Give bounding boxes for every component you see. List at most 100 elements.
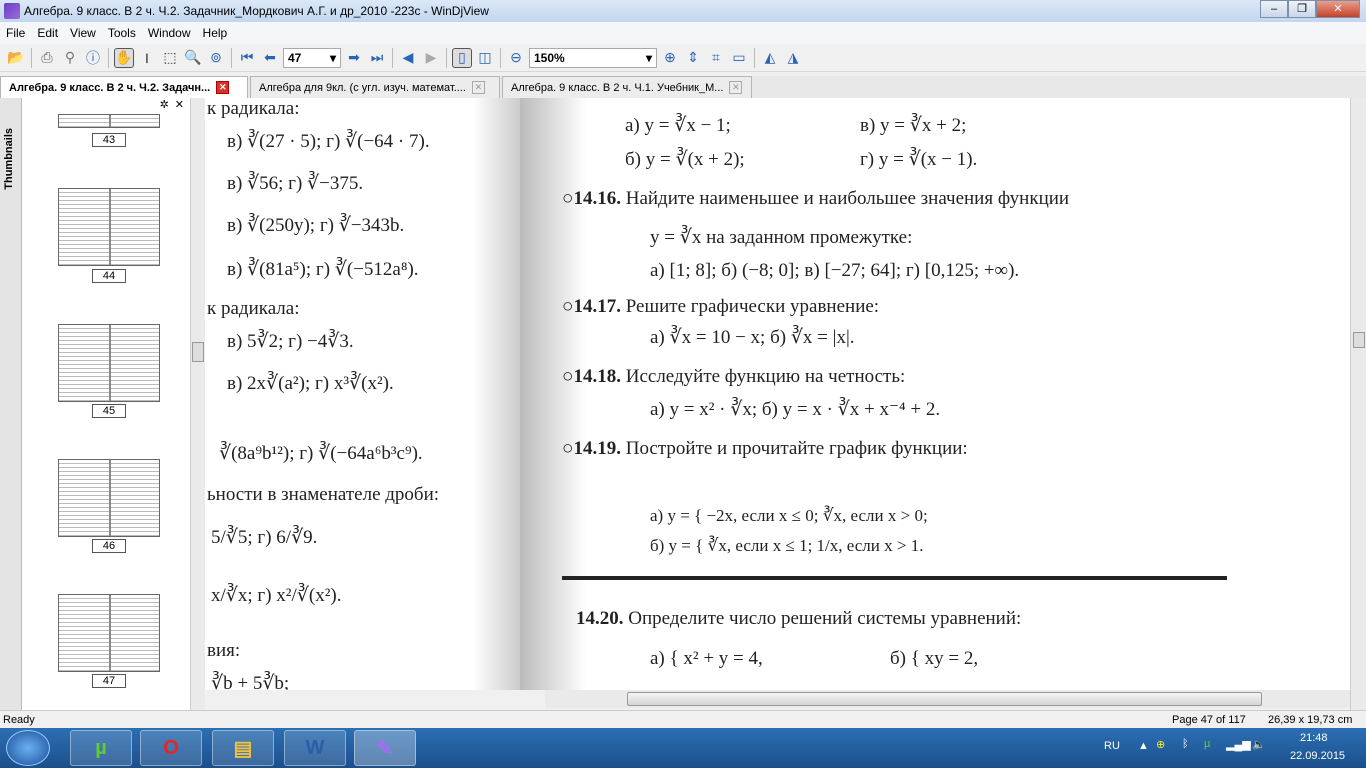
print-icon[interactable]: ⎙ [37,48,57,68]
thumbnails-scrollbar[interactable] [190,98,205,710]
bluetooth-icon[interactable]: ᛒ [1182,738,1189,750]
single-page-icon[interactable]: ▯ [452,47,472,68]
info-icon[interactable]: ⓘ [83,48,103,68]
text-line: в) ∛(250y); г) ∛−343b. [227,215,405,236]
thumbnails-tab-label: Thumbnails [3,128,15,190]
text-line: вия: [207,640,241,661]
menu-file[interactable]: File [0,26,31,40]
menu-window[interactable]: Window [142,26,197,40]
text-line: к радикала: [207,298,300,319]
horizontal-scrollbar[interactable] [545,690,1350,708]
hand-tool-icon[interactable]: ✋ [114,47,134,68]
thumbnails-panel: ✲ ✕ 43 44 45 46 47 [22,98,190,710]
back-icon[interactable]: ◀ [398,48,418,68]
text-line: y = ∛x на заданном промежутке: [650,227,913,248]
magnify-icon[interactable]: ⊚ [206,48,226,68]
fit-page-icon[interactable]: ⌗ [706,48,726,68]
title-bar: Алгебра. 9 класс. В 2 ч. Ч.2. Задачник_М… [0,0,1366,22]
settings-icon[interactable]: ✲ [160,98,169,114]
maximize-button[interactable]: ❐ [1288,0,1316,18]
close-tab-icon[interactable]: ✕ [729,81,743,94]
thumbnail-label: 47 [92,674,126,688]
rotate-right-icon[interactable]: ◮ [783,48,803,68]
explorer-task-icon[interactable]: ▤ [212,730,274,766]
chevron-down-icon: ▾ [645,50,652,65]
text-select-icon[interactable]: I [137,48,157,68]
zoom-in-icon[interactable]: ⊕ [660,48,680,68]
fit-width-icon[interactable]: ⇕ [683,48,703,68]
close-tab-icon[interactable]: ✕ [471,81,485,94]
zoom-value: 150% [534,50,565,65]
minimize-button[interactable]: – [1260,0,1288,18]
close-button[interactable]: ✕ [1316,0,1360,18]
page-number-combo[interactable]: 47 ▾ [283,47,341,68]
taskbar: µ O ▤ W ✎ RU ▲ ⊕ ᛒ µ ▂▄▆ 🔈 21:48 22.09.2… [0,728,1366,768]
thumbnail-page-44[interactable] [58,188,160,266]
thumbnails-side-tab[interactable]: Thumbnails [0,98,22,710]
status-bar: Ready Page 47 of 117 26,39 x 19,73 cm [0,710,1366,730]
two-page-icon[interactable]: ◫ [475,48,495,68]
text-line: а) y = ∛x − 1; [625,115,731,136]
tab-document-3[interactable]: Алгебра. 9 класс. В 2 ч. Ч.1. Учебник_М.… [502,76,752,98]
utorrent-tray-icon[interactable]: µ [1204,738,1210,750]
windjview-icon [4,3,20,19]
left-page: к радикала: в) ∛(27 · 5); г) ∛(−64 · 7).… [205,98,520,690]
close-tab-icon[interactable]: ✕ [216,81,230,94]
zoom-tool-icon[interactable]: 🔍 [183,48,203,68]
zoom-combo[interactable]: 150% ▾ [529,47,657,68]
problem-text: Определите число решений системы уравнен… [628,608,1022,629]
first-page-icon[interactable]: ⏮ [237,48,257,68]
text-line: б) y = { ∛x, если x ≤ 1; 1/x, если x > 1… [650,536,924,555]
network-icon[interactable]: ▂▄▆ [1226,738,1251,751]
utorrent-task-icon[interactable]: µ [70,730,132,766]
text-line: ьности в знаменателе дроби: [207,484,440,505]
scroll-thumb[interactable] [192,342,204,362]
open-icon[interactable]: 📂 [6,48,26,68]
language-indicator[interactable]: RU [1104,740,1120,752]
volume-icon[interactable]: 🔈 [1252,738,1266,751]
rect-select-icon[interactable]: ⬚ [160,48,180,68]
status-text: Ready [3,714,35,726]
actual-size-icon[interactable]: ▭ [729,48,749,68]
problem-number: ○14.17. [562,296,621,317]
thumbnail-page-46[interactable] [58,459,160,537]
clock-time[interactable]: 21:48 [1300,732,1328,744]
vertical-scrollbar[interactable] [1350,98,1366,710]
close-panel-icon[interactable]: ✕ [175,98,184,114]
windjview-task-icon[interactable]: ✎ [354,730,416,766]
last-page-icon[interactable]: ⏭ [367,48,387,68]
opera-task-icon[interactable]: O [140,730,202,766]
tab-label: Алгебра для 9кл. (с угл. изуч. математ..… [259,81,466,94]
document-view[interactable]: к радикала: в) ∛(27 · 5); г) ∛(−64 · 7).… [205,98,1350,690]
scroll-thumb[interactable] [1353,332,1365,348]
tray-app-icon[interactable]: ⊕ [1156,738,1165,751]
tab-document-2[interactable]: Алгебра для 9кл. (с угл. изуч. математ..… [250,76,500,98]
text-line: 5/∛5; г) 6/∛9. [211,527,318,548]
scroll-thumb[interactable] [627,692,1262,706]
thumbnail-page-45[interactable] [58,324,160,402]
windows-start-button[interactable] [6,730,50,766]
toolbar: 📂 ⎙ ⚲ ⓘ ✋ I ⬚ 🔍 ⊚ ⏮ ⬅ 47 ▾ ➡ ⏭ ◀ ▶ ▯ ◫ ⊖ … [0,44,1366,72]
thumbnail-page-43[interactable] [58,114,160,128]
clock-date[interactable]: 22.09.2015 [1290,750,1345,762]
text-line: в) y = ∛x + 2; [860,115,967,136]
menu-help[interactable]: Help [197,26,234,40]
thumbnail-page-47[interactable] [58,594,160,672]
text-line: а) { x² + y = 4, [650,648,763,669]
rotate-left-icon[interactable]: ◭ [760,48,780,68]
menu-view[interactable]: View [64,26,102,40]
forward-icon[interactable]: ▶ [421,48,441,68]
page-size: 26,39 x 19,73 cm [1268,714,1353,726]
chevron-down-icon: ▾ [329,50,336,65]
text-line: б) { xy = 2, [890,648,979,669]
thumbnail-label: 45 [92,404,126,418]
word-task-icon[interactable]: W [284,730,346,766]
find-icon[interactable]: ⚲ [60,48,80,68]
menu-edit[interactable]: Edit [31,26,64,40]
prev-page-icon[interactable]: ⬅ [260,48,280,68]
tab-document-1[interactable]: Алгебра. 9 класс. В 2 ч. Ч.2. Задачн... ✕ [0,76,248,98]
show-hidden-icons-icon[interactable]: ▲ [1138,740,1149,752]
menu-tools[interactable]: Tools [102,26,142,40]
zoom-out-icon[interactable]: ⊖ [506,48,526,68]
next-page-icon[interactable]: ➡ [344,48,364,68]
